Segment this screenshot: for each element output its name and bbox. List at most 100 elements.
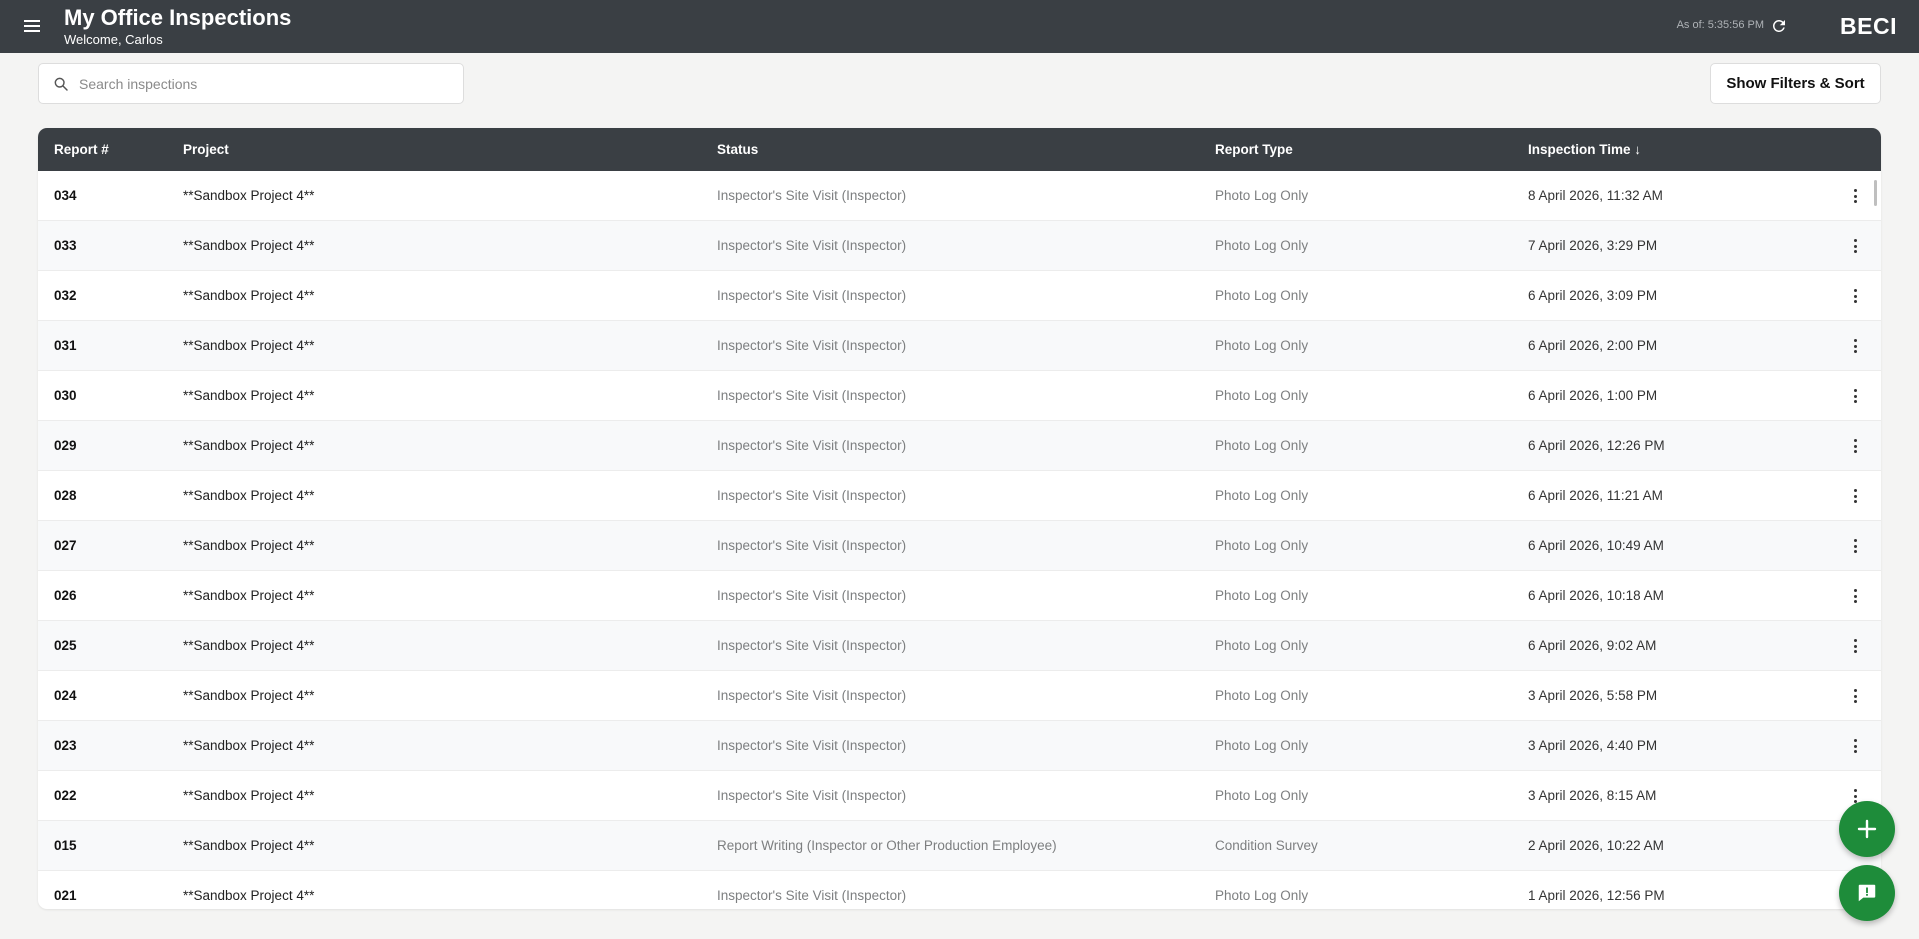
status-cell: Inspector's Site Visit (Inspector) xyxy=(717,338,907,353)
report-number-cell: 031 xyxy=(54,338,77,353)
kebab-menu-icon[interactable] xyxy=(1846,287,1864,305)
table-row[interactable]: 030 **Sandbox Project 4** Inspector's Site… xyxy=(38,371,1881,421)
project-cell: **Sandbox Project 4** xyxy=(183,188,315,203)
table-row[interactable]: 032 **Sandbox Project 4** Inspector's Site… xyxy=(38,271,1881,321)
table-body: 034 **Sandbox Project 4** Inspector's Site… xyxy=(38,171,1881,909)
table-row[interactable]: 031 **Sandbox Project 4** Inspector's Site… xyxy=(38,321,1881,371)
report-number-cell: 026 xyxy=(54,588,77,603)
report-number-cell: 028 xyxy=(54,488,77,503)
column-header-status[interactable]: Status xyxy=(717,142,758,157)
kebab-menu-icon[interactable] xyxy=(1846,187,1864,205)
kebab-menu-icon[interactable] xyxy=(1846,437,1864,455)
table-row[interactable]: 023 **Sandbox Project 4** Inspector's Site… xyxy=(38,721,1881,771)
status-cell: Inspector's Site Visit (Inspector) xyxy=(717,888,907,903)
table-row[interactable]: 024 **Sandbox Project 4** Inspector's Site… xyxy=(38,671,1881,721)
report-type-cell: Photo Log Only xyxy=(1215,638,1309,653)
project-cell: **Sandbox Project 4** xyxy=(183,288,315,303)
report-number-cell: 033 xyxy=(54,238,77,253)
table-row[interactable]: 015 **Sandbox Project 4** Report Writing (… xyxy=(38,821,1881,871)
report-number-cell: 030 xyxy=(54,388,77,403)
inspection-time-cell: 3 April 2026, 4:40 PM xyxy=(1528,738,1658,753)
report-type-cell: Photo Log Only xyxy=(1215,238,1309,253)
report-type-cell: Photo Log Only xyxy=(1215,588,1309,603)
report-type-cell: Photo Log Only xyxy=(1215,738,1309,753)
inspection-time-cell: 6 April 2026, 11:21 AM xyxy=(1528,488,1663,503)
chat-feedback-icon xyxy=(1858,884,1876,902)
inspection-time-cell: 8 April 2026, 11:32 AM xyxy=(1528,188,1663,203)
status-cell: Inspector's Site Visit (Inspector) xyxy=(717,538,907,553)
inspection-time-cell: 2 April 2026, 10:22 AM xyxy=(1528,838,1664,853)
project-cell: **Sandbox Project 4** xyxy=(183,388,315,403)
add-inspection-button[interactable] xyxy=(1839,801,1895,857)
report-type-cell: Photo Log Only xyxy=(1215,488,1309,503)
project-cell: **Sandbox Project 4** xyxy=(183,538,315,553)
kebab-menu-icon[interactable] xyxy=(1846,237,1864,255)
report-number-cell: 025 xyxy=(54,638,77,653)
report-number-cell: 023 xyxy=(54,738,77,753)
show-filters-sort-button[interactable]: Show Filters & Sort xyxy=(1710,63,1881,104)
app-header: My Office Inspections Welcome, Carlos As… xyxy=(0,0,1919,53)
kebab-menu-icon[interactable] xyxy=(1846,487,1864,505)
brand-logo: BECI xyxy=(1840,13,1897,39)
report-type-cell: Condition Survey xyxy=(1215,838,1318,853)
search-input[interactable] xyxy=(79,75,439,92)
feedback-chat-button[interactable] xyxy=(1839,865,1895,921)
welcome-text: Welcome, Carlos xyxy=(64,32,163,47)
inspections-table: Report # Project Status Report Type Insp… xyxy=(38,128,1881,909)
table-row[interactable]: 026 **Sandbox Project 4** Inspector's Site… xyxy=(38,571,1881,621)
report-type-cell: Photo Log Only xyxy=(1215,888,1309,903)
search-box[interactable] xyxy=(38,63,464,104)
report-type-cell: Photo Log Only xyxy=(1215,788,1309,803)
report-number-cell: 034 xyxy=(54,188,77,203)
table-row[interactable]: 021 **Sandbox Project 4** Inspector's Site… xyxy=(38,871,1881,909)
inspection-time-cell: 6 April 2026, 12:26 PM xyxy=(1528,438,1665,453)
table-row[interactable]: 029 **Sandbox Project 4** Inspector's Site… xyxy=(38,421,1881,471)
table-header: Report # Project Status Report Type Insp… xyxy=(38,128,1881,171)
kebab-menu-icon[interactable] xyxy=(1846,537,1864,555)
status-cell: Report Writing (Inspector or Other Produ… xyxy=(717,838,1057,853)
table-row[interactable]: 027 **Sandbox Project 4** Inspector's Site… xyxy=(38,521,1881,571)
status-cell: Inspector's Site Visit (Inspector) xyxy=(717,238,907,253)
inspection-time-cell: 6 April 2026, 2:00 PM xyxy=(1528,338,1658,353)
report-type-cell: Photo Log Only xyxy=(1215,188,1309,203)
project-cell: **Sandbox Project 4** xyxy=(183,238,315,253)
kebab-menu-icon[interactable] xyxy=(1846,387,1864,405)
hamburger-menu-icon[interactable] xyxy=(20,14,44,38)
kebab-menu-icon[interactable] xyxy=(1846,337,1864,355)
last-updated-time: As of: 5:35:56 PM xyxy=(1676,19,1764,31)
status-cell: Inspector's Site Visit (Inspector) xyxy=(717,288,907,303)
column-header-report-type[interactable]: Report Type xyxy=(1215,142,1293,157)
status-cell: Inspector's Site Visit (Inspector) xyxy=(717,438,907,453)
project-cell: **Sandbox Project 4** xyxy=(183,788,315,803)
table-row[interactable]: 022 **Sandbox Project 4** Inspector's Site… xyxy=(38,771,1881,821)
page-title: My Office Inspections xyxy=(64,5,292,30)
report-number-cell: 029 xyxy=(54,438,77,453)
status-cell: Inspector's Site Visit (Inspector) xyxy=(717,788,907,803)
project-cell: **Sandbox Project 4** xyxy=(183,588,315,603)
kebab-menu-icon[interactable] xyxy=(1846,687,1864,705)
report-number-cell: 015 xyxy=(54,838,77,853)
table-row[interactable]: 034 **Sandbox Project 4** Inspector's Site… xyxy=(38,171,1881,221)
report-type-cell: Photo Log Only xyxy=(1215,388,1309,403)
kebab-menu-icon[interactable] xyxy=(1846,637,1864,655)
table-scrollbar[interactable] xyxy=(1874,180,1877,206)
table-row[interactable]: 025 **Sandbox Project 4** Inspector's Site… xyxy=(38,621,1881,671)
report-type-cell: Photo Log Only xyxy=(1215,288,1309,303)
table-row[interactable]: 028 **Sandbox Project 4** Inspector's Site… xyxy=(38,471,1881,521)
status-cell: Inspector's Site Visit (Inspector) xyxy=(717,688,907,703)
project-cell: **Sandbox Project 4** xyxy=(183,688,315,703)
inspection-time-cell: 6 April 2026, 10:49 AM xyxy=(1528,538,1664,553)
report-number-cell: 027 xyxy=(54,538,77,553)
kebab-menu-icon[interactable] xyxy=(1846,737,1864,755)
column-header-report[interactable]: Report # xyxy=(54,142,109,157)
kebab-menu-icon[interactable] xyxy=(1846,587,1864,605)
table-row[interactable]: 033 **Sandbox Project 4** Inspector's Site… xyxy=(38,221,1881,271)
column-header-project[interactable]: Project xyxy=(183,142,229,157)
inspection-time-cell: 6 April 2026, 9:02 AM xyxy=(1528,638,1657,653)
column-header-inspection-time[interactable]: Inspection Time ↓ xyxy=(1528,142,1641,157)
plus-icon xyxy=(1857,819,1877,839)
report-number-cell: 022 xyxy=(54,788,77,803)
refresh-icon[interactable] xyxy=(1770,17,1788,35)
inspection-time-cell: 6 April 2026, 10:18 AM xyxy=(1528,588,1664,603)
report-number-cell: 032 xyxy=(54,288,77,303)
